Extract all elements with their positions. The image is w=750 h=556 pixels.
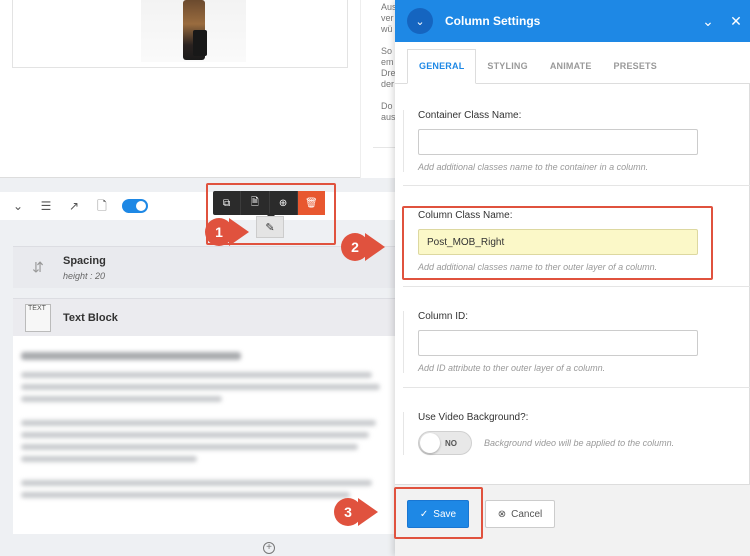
text-block-title: Text Block xyxy=(63,311,118,324)
callout-3: 3 xyxy=(334,498,382,526)
container-class-hint: Add additional classes name to the conta… xyxy=(418,162,649,172)
cancel-circle-icon: ⊗ xyxy=(497,508,507,520)
modal-header: ⌄ Column Settings ⌄ ✕ xyxy=(395,0,750,42)
close-icon[interactable]: ✕ xyxy=(722,13,750,30)
callout-2: 2 xyxy=(341,233,389,261)
text-block-icon: TEXT xyxy=(25,303,51,332)
list-icon[interactable]: ☰ xyxy=(38,198,54,214)
external-link-icon[interactable]: ↗ xyxy=(66,198,82,214)
blur-line xyxy=(21,444,358,450)
spacing-title: Spacing xyxy=(63,254,106,267)
blur-line xyxy=(21,352,241,360)
blur-line xyxy=(21,432,369,438)
column-id-field: Column ID: Add ID attribute to ther oute… xyxy=(403,311,725,373)
modal-body: Container Class Name: Add additional cla… xyxy=(395,84,750,484)
blur-line xyxy=(21,492,351,498)
blur-line xyxy=(21,396,223,402)
image-card xyxy=(12,0,348,68)
side-text-box xyxy=(373,0,396,148)
divider xyxy=(403,286,750,287)
blur-gap xyxy=(21,408,387,420)
cancel-button[interactable]: ⊗ Cancel xyxy=(485,500,555,528)
chevron-down-icon[interactable]: ⌄ xyxy=(10,198,26,214)
column-id-input[interactable] xyxy=(418,330,698,356)
blur-line xyxy=(21,372,373,378)
divider xyxy=(403,387,750,388)
modal-tabs: GENERAL STYLING ANIMATE PRESETS xyxy=(395,42,750,84)
text-block-element[interactable]: TEXT Text Block xyxy=(13,298,395,336)
spacing-icon: ⇵ xyxy=(32,259,44,275)
highlight-save-button xyxy=(394,487,483,539)
blur-line xyxy=(21,456,197,462)
callout-arrow xyxy=(358,498,378,526)
collapse-chevron-icon[interactable]: ⌄ xyxy=(407,8,433,34)
video-background-hint: Background video will be applied to the … xyxy=(484,438,675,448)
container-class-label: Container Class Name: xyxy=(418,110,522,121)
tab-styling[interactable]: STYLING xyxy=(476,61,538,83)
toggle-state-text: NO xyxy=(445,439,457,448)
blur-line xyxy=(21,480,373,486)
blur-gap xyxy=(21,468,387,480)
column-id-hint: Add ID attribute to ther outer layer of … xyxy=(418,363,606,373)
callout-1: 1 xyxy=(205,218,253,246)
cancel-button-label: Cancel xyxy=(511,508,543,520)
video-background-field: Use Video Background?: NO Background vid… xyxy=(403,412,725,455)
toggle-knob xyxy=(420,433,440,453)
highlight-column-class xyxy=(402,206,713,280)
side-text-column: Aus ver wü So em Dre der Do aus xyxy=(360,0,396,178)
blur-line xyxy=(21,384,380,390)
minimize-chevron-icon[interactable]: ⌄ xyxy=(694,13,722,30)
container-class-input[interactable] xyxy=(418,129,698,155)
row-toggle[interactable] xyxy=(122,199,148,213)
preview-area: Aus ver wü So em Dre der Do aus xyxy=(0,0,396,178)
callout-arrow xyxy=(365,233,385,261)
video-background-row: NO Background video will be applied to t… xyxy=(418,431,711,455)
spacing-subtitle: height : 20 xyxy=(63,270,106,281)
product-photo xyxy=(141,0,246,62)
tab-presets[interactable]: PRESETS xyxy=(603,61,668,83)
tab-animate[interactable]: ANIMATE xyxy=(539,61,603,83)
spacing-element[interactable]: ⇵ Spacing height : 20 xyxy=(13,246,395,288)
modal-title: Column Settings xyxy=(445,14,541,28)
text-block-icon-wrap: TEXT xyxy=(23,303,53,333)
video-background-toggle[interactable]: NO xyxy=(418,431,472,455)
add-page-icon[interactable]: 🗋 xyxy=(94,198,110,214)
divider xyxy=(403,185,750,186)
column-id-label: Column ID: xyxy=(418,311,469,322)
video-background-label: Use Video Background?: xyxy=(418,412,529,423)
tab-general[interactable]: GENERAL xyxy=(407,49,477,84)
add-element-icon[interactable]: + xyxy=(263,542,275,554)
container-class-field: Container Class Name: Add additional cla… xyxy=(403,110,725,172)
blur-line xyxy=(21,420,377,426)
photo-bag xyxy=(193,30,207,56)
callout-arrow xyxy=(229,218,249,246)
